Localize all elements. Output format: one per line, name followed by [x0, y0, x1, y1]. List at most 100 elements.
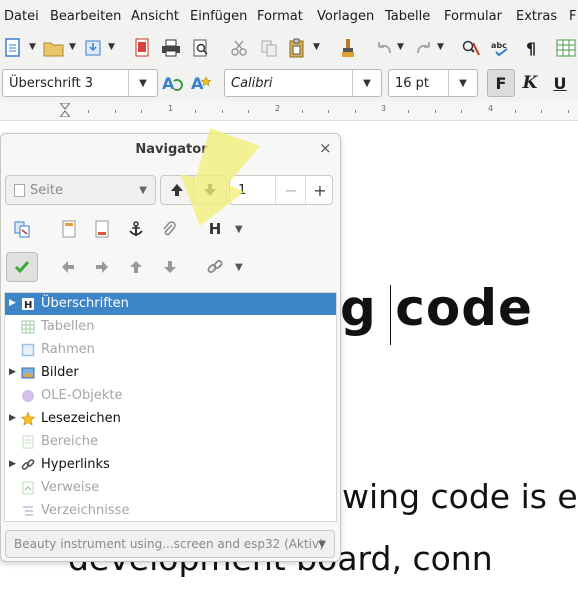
header-button[interactable] [56, 216, 82, 242]
paragraph-style-combo[interactable]: Überschrift 3 ▼ [2, 69, 158, 97]
menu-datei[interactable]: Datei [4, 9, 39, 24]
document-heading[interactable]: g code [340, 279, 533, 337]
chevron-down-icon[interactable]: ▼ [313, 42, 320, 52]
indent-marker-icon[interactable] [60, 103, 70, 117]
chevron-down-icon[interactable]: ▼ [397, 42, 404, 52]
document-select-combo[interactable]: Beauty instrument using...screen and esp… [5, 530, 335, 558]
font-name-combo[interactable]: Calibri ▼ [224, 69, 382, 97]
find-replace-button[interactable] [460, 37, 482, 59]
document-paragraph-line[interactable]: wing code is e [342, 477, 578, 516]
bold-label: F [495, 73, 507, 93]
spelling-button[interactable]: abc [490, 37, 512, 59]
menu-extras[interactable]: Extras [516, 9, 557, 24]
new-style-button[interactable]: A [190, 72, 212, 94]
tree-item-ole-objects[interactable]: OLE-Objekte [5, 385, 336, 407]
update-style-button[interactable]: A [161, 72, 183, 94]
chevron-down-icon[interactable]: ▼ [69, 42, 76, 52]
drag-mode-button[interactable] [6, 252, 38, 282]
drag-mode-link-button[interactable] [202, 254, 228, 280]
hyperlink-icon [21, 459, 35, 470]
decrement-button[interactable]: − [275, 176, 306, 204]
chevron-down-icon[interactable]: ▼ [318, 539, 326, 550]
export-pdf-button[interactable] [131, 37, 153, 59]
chevron-down-icon[interactable]: ▼ [108, 42, 115, 52]
footer-button[interactable] [89, 216, 115, 242]
font-size-combo[interactable]: 16 pt ▼ [388, 69, 478, 97]
folder-icon [43, 42, 64, 57]
expand-arrow-icon[interactable]: ▶ [9, 413, 16, 423]
anchor-button[interactable] [123, 216, 149, 242]
italic-button[interactable]: K [519, 72, 541, 94]
insert-table-button[interactable] [555, 37, 577, 59]
next-object-button[interactable] [193, 175, 227, 205]
cut-button[interactable] [228, 37, 250, 59]
expand-arrow-icon[interactable]: ▶ [9, 367, 16, 377]
chevron-down-icon[interactable]: ▼ [29, 42, 36, 52]
menu-vorlagen[interactable]: Vorlagen [317, 9, 374, 24]
menu-tabelle[interactable]: Tabelle [385, 9, 430, 24]
save-icon [85, 40, 101, 56]
ruler-tick [408, 110, 409, 113]
navigate-by-combo[interactable]: Seite ▼ [5, 175, 156, 205]
arrow-up-icon [130, 261, 142, 273]
print-preview-button[interactable] [190, 37, 212, 59]
redo-button[interactable] [413, 37, 435, 59]
menu-bearbeiten[interactable]: Bearbeiten [50, 9, 121, 24]
heading-levels-button[interactable]: H [202, 216, 228, 242]
menu-formular[interactable]: Formular [444, 9, 502, 24]
chevron-down-icon[interactable]: ▼ [437, 42, 444, 52]
tree-item-references[interactable]: Verweise [5, 477, 336, 499]
clone-formatting-button[interactable] [337, 37, 359, 59]
expand-arrow-icon[interactable]: ▶ [9, 459, 16, 469]
tree-item-bookmarks[interactable]: ▶ Lesezeichen [5, 408, 336, 430]
tree-item-frames[interactable]: Rahmen [5, 339, 336, 361]
formatting-marks-button[interactable]: ¶ [521, 37, 543, 59]
promote-chapter-button[interactable] [55, 254, 81, 280]
tree-item-sections[interactable]: Bereiche [5, 431, 336, 453]
horizontal-ruler[interactable]: 1 2 3 4 [0, 102, 578, 121]
open-button[interactable] [41, 37, 67, 59]
arrow-down-icon [204, 184, 216, 196]
chevron-down-icon[interactable]: ▼ [235, 262, 243, 273]
headings-icon: H [22, 298, 34, 311]
chevron-down-icon[interactable]: ▼ [235, 224, 243, 235]
previous-object-button[interactable] [160, 175, 194, 205]
tree-item-label: OLE-Objekte [41, 388, 123, 403]
chevron-down-icon[interactable]: ▼ [139, 185, 147, 196]
menu-einfuegen[interactable]: Einfügen [190, 9, 247, 24]
save-button[interactable] [82, 37, 104, 59]
arrow-right-icon [96, 261, 108, 273]
tree-item-indexes[interactable]: Verzeichnisse [5, 500, 336, 522]
chevron-down-icon[interactable]: ▼ [448, 70, 477, 96]
move-chapter-down-button[interactable] [157, 254, 183, 280]
demote-chapter-button[interactable] [89, 254, 115, 280]
menu-ansicht[interactable]: Ansicht [131, 9, 179, 24]
tree-item-images[interactable]: ▶ Bilder [5, 362, 336, 384]
underline-button[interactable]: U [549, 72, 571, 94]
print-button[interactable] [160, 37, 182, 59]
menu-fenster[interactable]: F [569, 9, 576, 24]
tree-item-label: Lesezeichen [41, 411, 121, 426]
tree-item-hyperlinks[interactable]: ▶ Hyperlinks [5, 454, 336, 476]
close-icon[interactable]: × [319, 139, 332, 157]
move-chapter-up-button[interactable] [123, 254, 149, 280]
reminder-button[interactable] [156, 216, 182, 242]
expand-arrow-icon[interactable]: ▶ [9, 298, 16, 308]
menu-format[interactable]: Format [257, 9, 303, 24]
page-number-spinbox[interactable]: 1 − + [229, 175, 333, 205]
tree-item-label: Bereiche [41, 434, 98, 449]
navigate-by-value: Seite [30, 183, 63, 198]
chevron-down-icon[interactable]: ▼ [128, 70, 157, 96]
chevron-down-icon[interactable]: ▼ [352, 70, 381, 96]
increment-button[interactable]: + [305, 176, 334, 204]
toggle-master-view-button[interactable] [9, 216, 35, 242]
bold-button[interactable]: F [487, 69, 515, 97]
tree-item-headings[interactable]: ▶ H Überschriften [5, 293, 336, 315]
undo-button[interactable] [373, 37, 395, 59]
font-size-value: 16 pt [395, 76, 430, 91]
copy-button[interactable] [258, 37, 280, 59]
paste-button[interactable] [286, 37, 308, 59]
new-document-button[interactable] [2, 37, 24, 59]
redo-icon [417, 42, 430, 54]
tree-item-tables[interactable]: Tabellen [5, 316, 336, 338]
